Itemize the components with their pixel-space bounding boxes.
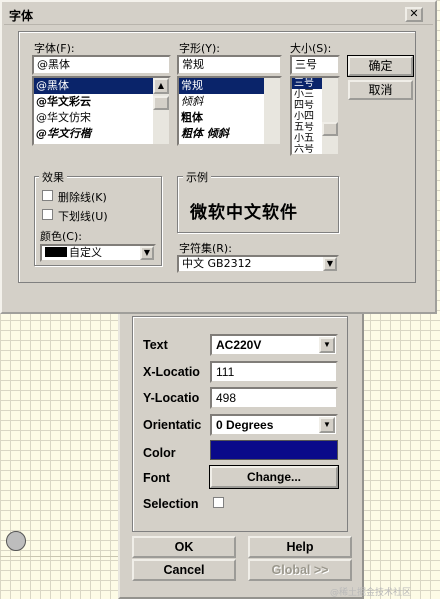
size-list-item[interactable]: 四号 (292, 100, 322, 111)
confirm-button-label: 确定 (368, 59, 393, 73)
properties-dialog: Text AC220V ▼ X-Locatio 111 Y-Locatio 49… (118, 306, 364, 599)
style-list-item[interactable]: 倾斜 (179, 94, 264, 110)
font-size-list[interactable]: 三号 小三 四号 小四 五号 小五 六号 (290, 76, 340, 156)
text-label: Text (143, 338, 168, 352)
underline-label: 下划线(U) (58, 210, 108, 223)
cancel-button-label: Cancel (163, 563, 205, 577)
font-dialog: 字体 ✕ 字体(F): @黑体 @黑体 @华文彩云 @华文仿宋 @华文行楷 ▲ … (0, 0, 437, 314)
charset-value: 中文 GB2312 (182, 257, 252, 270)
font-style-label: 字形(Y): (179, 42, 221, 55)
x-location-input[interactable]: 111 (210, 361, 338, 383)
window-title: 字体 (9, 9, 34, 23)
cancel-font-button[interactable]: 取消 (348, 80, 413, 100)
underline-checkbox[interactable] (42, 209, 53, 220)
font-list-item[interactable]: @华文行楷 (34, 126, 153, 142)
charset-dropdown[interactable]: 中文 GB2312 ▼ (177, 255, 339, 273)
x-location-label: X-Locatio (143, 365, 200, 379)
ok-button-label: OK (174, 540, 194, 554)
font-list-item[interactable]: @黑体 (34, 78, 153, 94)
x-location-value: 111 (216, 365, 235, 379)
font-list-scrollbar[interactable]: ▲ (153, 78, 169, 144)
orientation-label: Orientatic (143, 418, 202, 432)
orientation-value: 0 Degrees (216, 418, 274, 432)
color-label: Color (143, 446, 176, 460)
chevron-down-icon[interactable]: ▼ (319, 417, 335, 433)
font-size-input[interactable]: 三号 (290, 55, 340, 75)
help-button[interactable]: Help (248, 536, 352, 558)
color-swatch[interactable] (210, 440, 338, 460)
size-list-scrollbar[interactable] (322, 78, 338, 154)
color-label: 颜色(C): (40, 230, 82, 243)
strikeout-label: 删除线(K) (58, 191, 107, 204)
font-name-value: @黑体 (37, 58, 70, 71)
style-list-item[interactable]: 常规 (179, 78, 264, 94)
style-list-item[interactable]: 粗体 (179, 110, 264, 126)
size-list-item[interactable]: 三号 (292, 78, 322, 89)
text-dropdown[interactable]: AC220V ▼ (210, 334, 338, 356)
change-font-label: Change... (246, 470, 301, 484)
font-size-label: 大小(S): (290, 42, 332, 55)
size-list-item[interactable]: 小四 (292, 111, 322, 122)
confirm-button[interactable]: 确定 (347, 55, 414, 77)
font-label: Font (143, 471, 171, 485)
close-icon[interactable]: ✕ (405, 7, 423, 22)
text-dropdown-value: AC220V (216, 338, 262, 352)
strikeout-checkbox[interactable] (42, 190, 53, 201)
scroll-thumb[interactable] (153, 96, 169, 110)
sample-title: 示例 (183, 169, 211, 185)
help-button-label: Help (286, 540, 314, 554)
font-size-value: 三号 (295, 58, 317, 71)
effects-title: 效果 (39, 169, 67, 185)
style-list-scrollbar[interactable] (264, 78, 280, 144)
selection-label: Selection (143, 497, 199, 511)
font-style-value: 常规 (182, 58, 204, 71)
charset-label: 字符集(R): (179, 242, 232, 255)
selection-checkbox[interactable] (213, 497, 224, 508)
color-dropdown[interactable]: 自定义 ▼ (40, 244, 156, 262)
size-list-item[interactable]: 小三 (292, 89, 322, 100)
font-style-input[interactable]: 常规 (177, 55, 282, 75)
sample-text: 微软中文软件 (190, 203, 298, 223)
font-list-item[interactable]: @华文仿宋 (34, 110, 153, 126)
orientation-dropdown[interactable]: 0 Degrees ▼ (210, 414, 338, 436)
global-button: Global >> (248, 559, 352, 581)
style-list-item[interactable]: 粗体 倾斜 (179, 126, 264, 142)
font-name-input[interactable]: @黑体 (32, 55, 171, 75)
size-list-item[interactable]: 小五 (292, 133, 322, 144)
ok-button[interactable]: OK (132, 536, 236, 558)
change-font-button[interactable]: Change... (209, 465, 339, 489)
font-name-list[interactable]: @黑体 @华文彩云 @华文仿宋 @华文行楷 ▲ (32, 76, 171, 146)
scroll-up-icon[interactable]: ▲ (153, 78, 169, 94)
schematic-pin-bottom (6, 531, 26, 551)
cancel-button[interactable]: Cancel (132, 559, 236, 581)
font-list-item[interactable]: @华文彩云 (34, 94, 153, 110)
font-name-label: 字体(F): (34, 42, 75, 55)
y-location-value: 498 (216, 391, 237, 405)
size-list-item[interactable]: 六号 (292, 144, 322, 154)
scroll-thumb[interactable] (322, 122, 338, 136)
color-swatch (45, 247, 67, 257)
cancel-font-label: 取消 (368, 83, 393, 97)
y-location-input[interactable]: 498 (210, 387, 338, 409)
y-location-label: Y-Locatio (143, 391, 200, 405)
chevron-down-icon[interactable]: ▼ (319, 337, 335, 353)
schematic-wire (0, 556, 120, 557)
size-list-item[interactable]: 五号 (292, 122, 322, 133)
title-bar: 字体 ✕ (4, 4, 433, 25)
global-button-label: Global >> (271, 563, 329, 577)
chevron-down-icon[interactable]: ▼ (140, 246, 154, 260)
font-style-list[interactable]: 常规 倾斜 粗体 粗体 倾斜 (177, 76, 282, 146)
watermark: @稀土掘金技术社区 (330, 588, 412, 598)
color-dropdown-value: 自定义 (69, 246, 102, 259)
chevron-down-icon[interactable]: ▼ (323, 257, 337, 271)
